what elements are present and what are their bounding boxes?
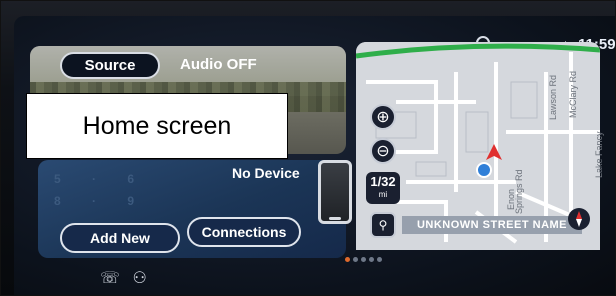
image-frame [0,0,616,296]
